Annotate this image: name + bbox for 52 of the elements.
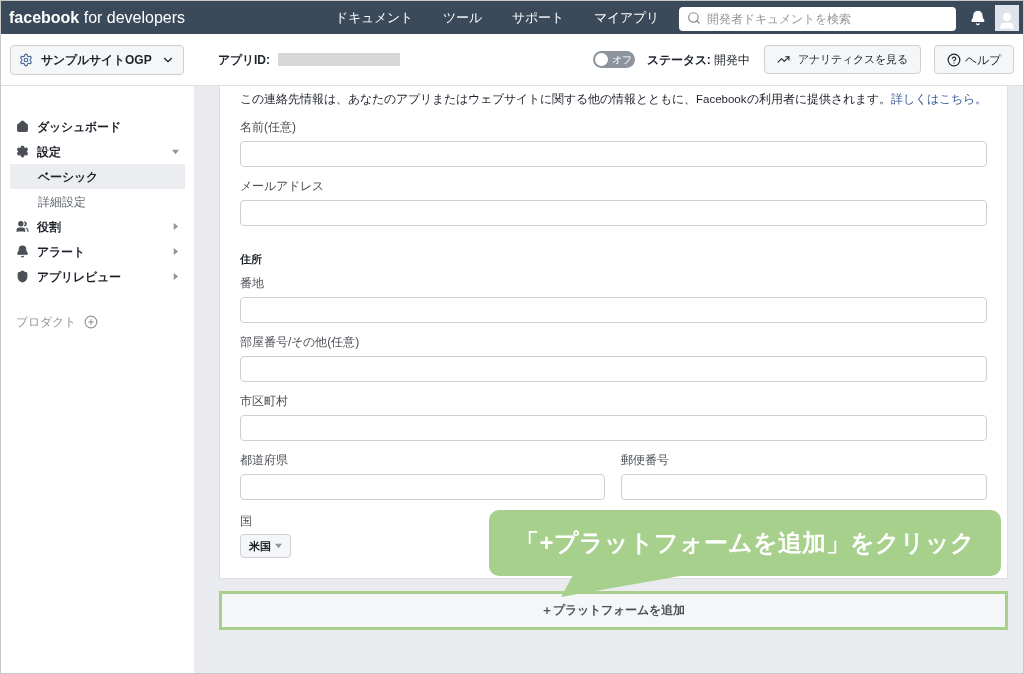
nav-link[interactable]: サポート (512, 7, 565, 28)
app-icon (19, 52, 33, 67)
field-label: 番地 (240, 274, 265, 292)
section-heading: 住所 (240, 252, 263, 268)
sidebar-item[interactable]: ダッシュボード (10, 114, 185, 139)
status-text: ステータス: 開発中 (646, 51, 750, 69)
sidebar-item-icon (16, 270, 29, 283)
help-icon (947, 52, 961, 67)
input-field[interactable] (240, 473, 606, 500)
trend-icon (777, 53, 790, 66)
notifications-icon[interactable] (969, 9, 986, 26)
input-field[interactable] (240, 414, 987, 441)
app-id-label: アプリID: (218, 51, 270, 69)
analytics-button[interactable]: アナリティクスを見る (764, 45, 921, 74)
nav-link[interactable]: マイアプリ (594, 7, 660, 28)
field-label: 国 (240, 512, 253, 530)
sidebar-item-icon (16, 145, 29, 158)
sidebar-item-icon (16, 245, 29, 258)
sidebar-item[interactable]: 役割 (10, 214, 185, 239)
field-label: 都道府県 (240, 451, 289, 469)
search-icon (687, 10, 702, 25)
field-label: 郵便番号 (621, 451, 671, 469)
sidebar-item-icon (16, 120, 29, 133)
intro-text: この連絡先情報は、あなたのアプリまたはウェブサイトに関する他の情報とともに、Facebookの利用者に提供されます。詳しくはこちら。 (240, 92, 987, 108)
input-field[interactable] (240, 296, 987, 323)
sidebar-item[interactable]: アプリレビュー (10, 264, 185, 289)
input-field[interactable] (621, 473, 987, 500)
input-field[interactable] (240, 355, 987, 382)
caret-icon (275, 542, 282, 550)
nav-link[interactable]: ツール (443, 7, 483, 28)
search-field[interactable]: 開発者ドキュメントを検索 (679, 6, 956, 31)
help-button[interactable]: ヘルプ (934, 45, 1014, 74)
products-label: プロダクト (16, 314, 76, 331)
learn-more-link[interactable]: 詳しくはこちら。 (890, 93, 987, 105)
add-platform-button[interactable]: ＋プラットフォームを追加 (219, 590, 1008, 630)
sidebar-item[interactable]: アラート (10, 239, 185, 264)
field-label: メールアドレス (240, 178, 325, 196)
input-field[interactable] (240, 141, 987, 168)
sidebar-subitem[interactable]: 詳細設定 (10, 189, 185, 214)
logo[interactable]: facebook for developers (9, 5, 186, 30)
field-label: 市区町村 (240, 392, 289, 410)
avatar[interactable] (995, 4, 1019, 31)
app-selector[interactable]: サンプルサイトOGP (10, 44, 184, 75)
sidebar-item-icon (16, 220, 29, 233)
field-label: 名前(任意) (240, 119, 297, 137)
sidebar-subitem[interactable]: ベーシック (10, 164, 185, 189)
sidebar-item[interactable]: 設定 (10, 139, 185, 164)
field-label: 部屋番号/その他(任意) (240, 333, 361, 351)
add-product-icon[interactable] (84, 315, 98, 329)
nav-link[interactable]: ドキュメント (335, 7, 414, 28)
input-field[interactable] (240, 200, 987, 227)
country-select[interactable]: 米国 (240, 533, 291, 558)
